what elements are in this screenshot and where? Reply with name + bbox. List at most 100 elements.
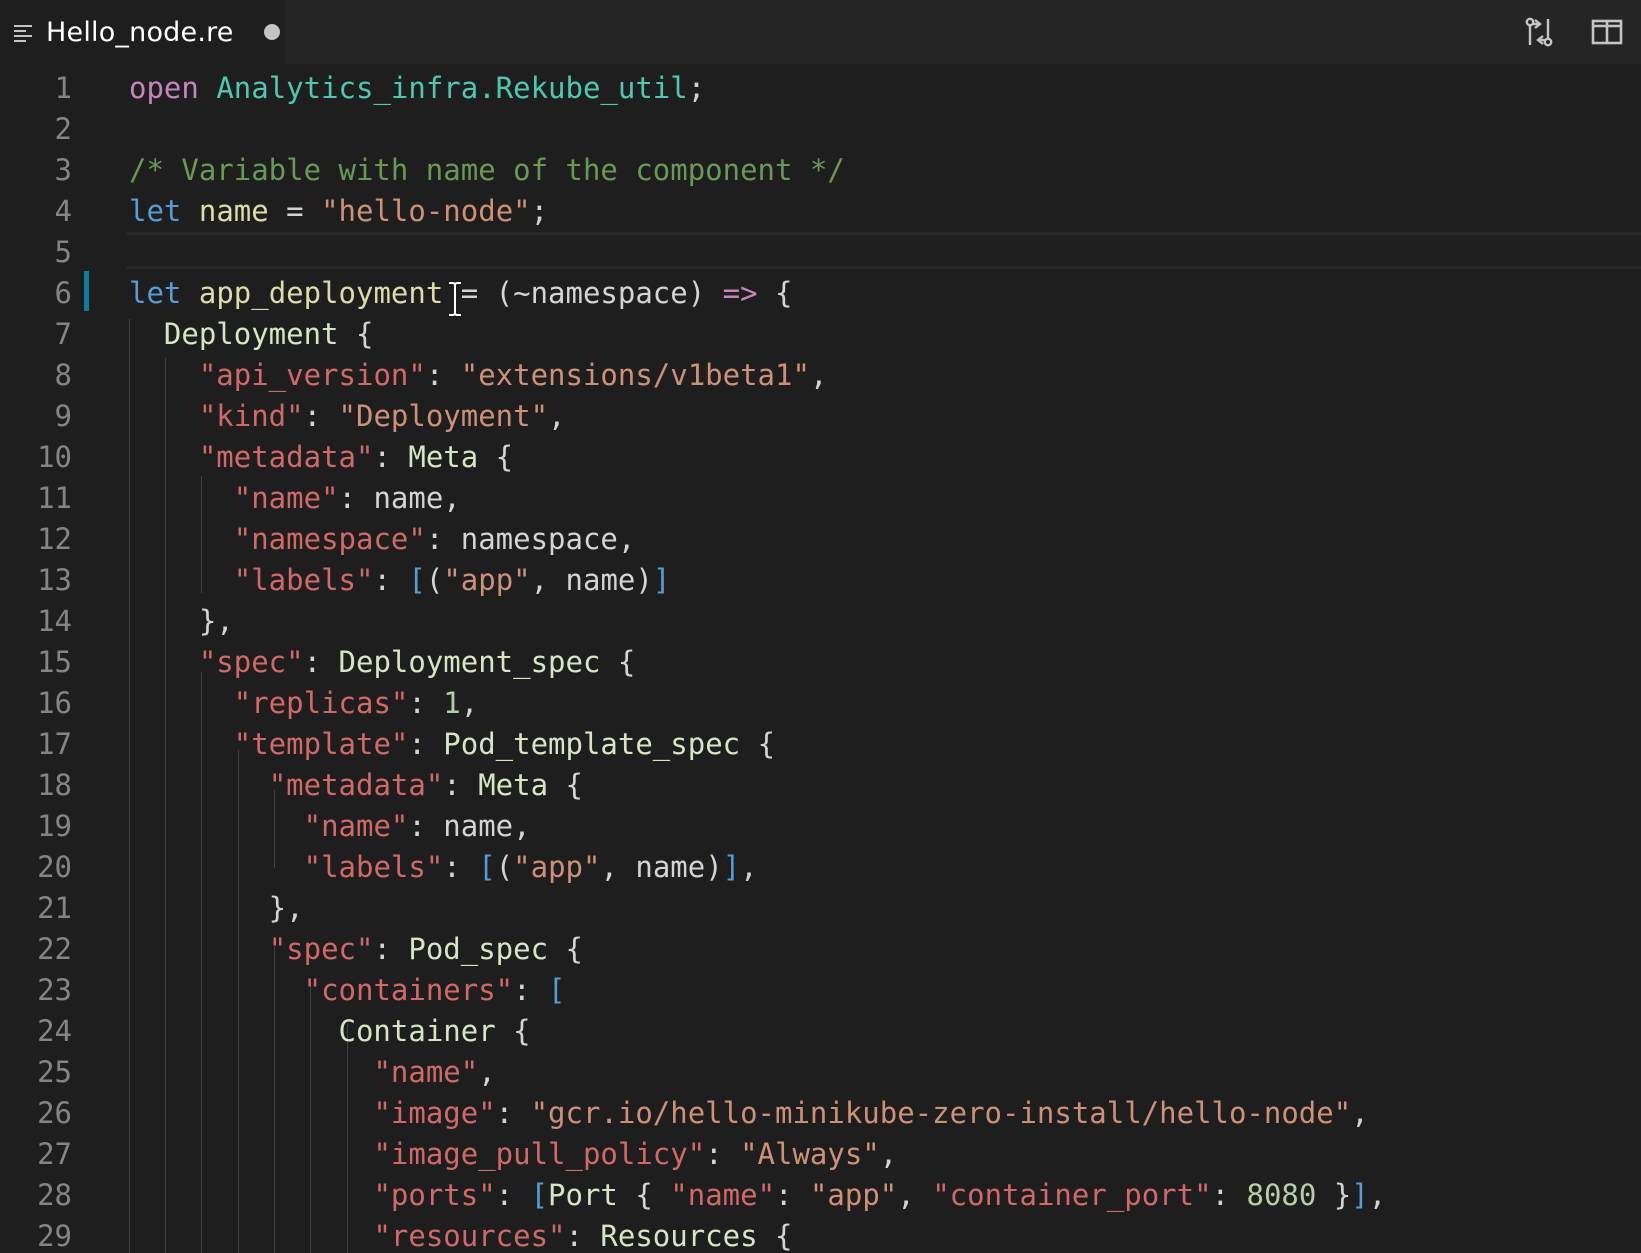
code-token: }	[1316, 1178, 1352, 1212]
code-token: : name,	[338, 481, 461, 515]
line-number[interactable]: 1	[0, 68, 72, 109]
code-line[interactable]: 26 "image": "gcr.io/hello-minikube-zero-…	[0, 1093, 1641, 1134]
line-number[interactable]: 20	[0, 847, 72, 888]
code-line[interactable]: 2	[0, 109, 1641, 150]
code-editor[interactable]: 1 open Analytics_infra.Rekube_util; 2 3 /* V…	[0, 64, 1641, 1253]
line-number[interactable]: 26	[0, 1093, 72, 1134]
open-changes-button[interactable]	[1505, 0, 1573, 64]
code-line[interactable]: 29 "resources": Resources {	[0, 1216, 1641, 1253]
code-line[interactable]: 23 "containers": [	[0, 970, 1641, 1011]
code-token: {	[600, 645, 636, 679]
line-code: "replicas": 1,	[129, 683, 478, 724]
line-number[interactable]: 10	[0, 437, 72, 478]
code-token: Deployment	[163, 317, 339, 351]
lines-icon	[14, 25, 32, 42]
code-line[interactable]: 3 /* Variable with name of the component …	[0, 150, 1641, 191]
code-token: "app"	[809, 1178, 898, 1212]
line-number[interactable]: 13	[0, 560, 72, 601]
code-line[interactable]: 1 open Analytics_infra.Rekube_util;	[0, 68, 1641, 109]
code-token: {	[757, 276, 793, 310]
line-number[interactable]: 4	[0, 191, 72, 232]
code-line[interactable]: 5	[0, 232, 1641, 273]
code-line[interactable]: 12 "namespace": namespace,	[0, 519, 1641, 560]
line-code: },	[129, 601, 234, 642]
code-line[interactable]: 16 "replicas": 1,	[0, 683, 1641, 724]
line-number[interactable]: 9	[0, 396, 72, 437]
code-token: "api_version"	[198, 358, 426, 392]
line-number[interactable]: 27	[0, 1134, 72, 1175]
code-line[interactable]: 25 "name",	[0, 1052, 1641, 1093]
code-token: Pod_template_spec	[443, 727, 741, 761]
line-number[interactable]: 28	[0, 1175, 72, 1216]
code-token: "name"	[670, 1178, 776, 1212]
code-token: {	[617, 1178, 671, 1212]
line-number[interactable]: 5	[0, 232, 72, 273]
code-line[interactable]: 19 "name": name,	[0, 806, 1641, 847]
line-number[interactable]: 21	[0, 888, 72, 929]
line-number[interactable]: 2	[0, 109, 72, 150]
code-line[interactable]: 28 "ports": [Port { "name": "app", "cont…	[0, 1175, 1641, 1216]
code-line[interactable]: 4 let name = "hello-node";	[0, 191, 1641, 232]
code-line[interactable]: 15 "spec": Deployment_spec {	[0, 642, 1641, 683]
line-number[interactable]: 8	[0, 355, 72, 396]
code-line[interactable]: 27 "image_pull_policy": "Always",	[0, 1134, 1641, 1175]
code-line[interactable]: 17 "template": Pod_template_spec {	[0, 724, 1641, 765]
line-number[interactable]: 29	[0, 1216, 72, 1253]
line-code: "spec": Deployment_spec {	[129, 642, 636, 683]
code-line[interactable]: 10 "metadata": Meta {	[0, 437, 1641, 478]
split-editor-button[interactable]	[1573, 0, 1641, 64]
code-line[interactable]: 20 "labels": [("app", name)],	[0, 847, 1641, 888]
line-number[interactable]: 24	[0, 1011, 72, 1052]
code-line[interactable]: 24 Container {	[0, 1011, 1641, 1052]
line-number[interactable]: 23	[0, 970, 72, 1011]
line-number[interactable]: 12	[0, 519, 72, 560]
line-number[interactable]: 25	[0, 1052, 72, 1093]
line-number[interactable]: 6	[0, 273, 72, 314]
code-token: ,	[740, 850, 758, 884]
code-token: ;	[530, 194, 549, 228]
code-line[interactable]: 13 "labels": [("app", name)]	[0, 560, 1641, 601]
code-token: "spec"	[268, 932, 374, 966]
line-code: "spec": Pod_spec {	[129, 929, 583, 970]
code-token: "resources"	[373, 1219, 566, 1253]
line-code: "image": "gcr.io/hello-minikube-zero-ins…	[129, 1093, 1368, 1134]
code-token: ,	[879, 1137, 898, 1171]
code-token: :	[425, 358, 461, 392]
line-number[interactable]: 14	[0, 601, 72, 642]
unsaved-dot-icon[interactable]	[263, 24, 280, 40]
line-number[interactable]: 22	[0, 929, 72, 970]
code-line[interactable]: 9 "kind": "Deployment",	[0, 396, 1641, 437]
code-line[interactable]: 8 "api_version": "extensions/v1beta1",	[0, 355, 1641, 396]
line-code: "image_pull_policy": "Always",	[129, 1134, 897, 1175]
line-number[interactable]: 7	[0, 314, 72, 355]
code-line[interactable]: 21 },	[0, 888, 1641, 929]
text-cursor-icon	[449, 282, 461, 316]
line-number[interactable]: 15	[0, 642, 72, 683]
code-line[interactable]: 14 },	[0, 601, 1641, 642]
code-token: },	[129, 891, 304, 925]
line-number[interactable]: 16	[0, 683, 72, 724]
line-number[interactable]: 19	[0, 806, 72, 847]
line-code: "name": name,	[129, 806, 531, 847]
code-token: ]	[722, 850, 741, 884]
code-line[interactable]: 18 "metadata": Meta {	[0, 765, 1641, 806]
line-number[interactable]: 17	[0, 724, 72, 765]
code-token: [	[530, 1178, 549, 1212]
code-line[interactable]: 7 Deployment {	[0, 314, 1641, 355]
code-token: = (~namespace)	[443, 276, 723, 310]
editor-tab[interactable]: Hello_node.re	[0, 0, 285, 64]
line-number[interactable]: 18	[0, 765, 72, 806]
code-line[interactable]: 11 "name": name,	[0, 478, 1641, 519]
code-line[interactable]: 22 "spec": Pod_spec {	[0, 929, 1641, 970]
line-code: "api_version": "extensions/v1beta1",	[129, 355, 828, 396]
line-number[interactable]: 11	[0, 478, 72, 519]
line-code: "name": name,	[129, 478, 461, 519]
code-line[interactable]: 6 let app_deployment = (~namespace) => {	[0, 273, 1641, 314]
line-number[interactable]: 3	[0, 150, 72, 191]
